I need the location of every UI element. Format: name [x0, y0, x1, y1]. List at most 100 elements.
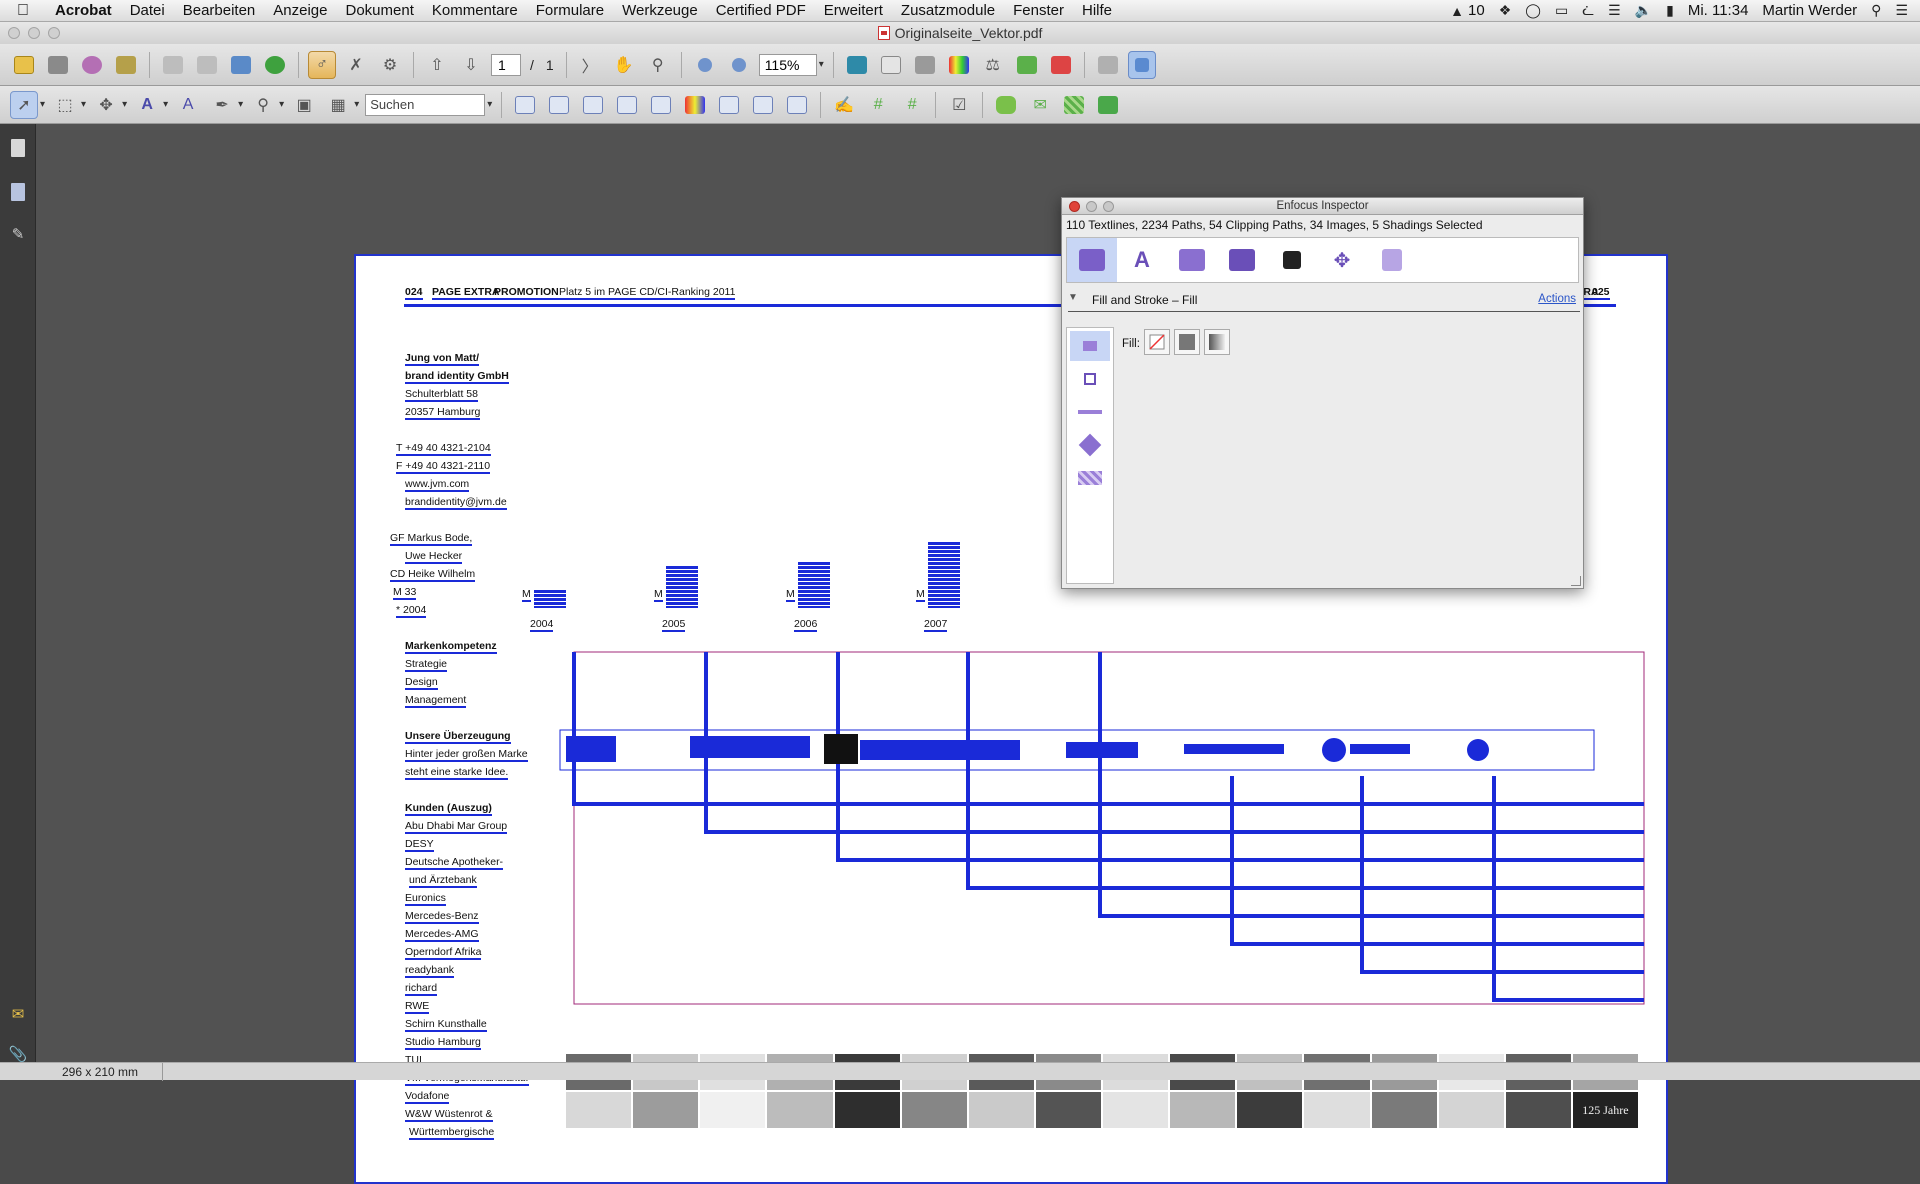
zoom-in-icon[interactable] [725, 51, 753, 79]
checklist-icon[interactable]: ☑ [945, 91, 973, 119]
zoom-dropdown-icon[interactable]: ▾ [819, 59, 824, 70]
wifi-icon[interactable]: ☰ [1608, 2, 1621, 19]
close-window-button[interactable] [8, 27, 20, 39]
grid-hash-icon[interactable]: # [864, 91, 892, 119]
adobe-notification-icon[interactable]: ▲ [1450, 3, 1464, 19]
menu-werkzeuge[interactable]: Werkzeuge [613, 2, 707, 19]
marquee-dropdown-icon[interactable]: ▾ [81, 99, 86, 110]
camera-icon[interactable] [749, 91, 777, 119]
no-fill-swatch[interactable] [1144, 329, 1170, 355]
resize-handle[interactable] [1571, 576, 1581, 586]
next-page-icon[interactable]: ⇩ [457, 51, 485, 79]
menu-bearbeiten[interactable]: Bearbeiten [174, 2, 265, 19]
tab-text-icon[interactable]: A [1117, 238, 1167, 282]
signatures-panel-icon[interactable]: ✎ [9, 224, 27, 244]
crop-icon[interactable]: ▣ [290, 91, 318, 119]
preflight-person-icon[interactable]: ♂ [308, 50, 336, 79]
grid-hash-alt-icon[interactable]: # [898, 91, 926, 119]
pattern-icon[interactable] [1060, 91, 1088, 119]
tab-monitor-icon[interactable] [1217, 238, 1267, 282]
layers-icon[interactable] [1094, 91, 1122, 119]
tab-image-icon[interactable] [1167, 238, 1217, 282]
select-arrow-icon[interactable]: ➚ [10, 90, 38, 119]
menu-certified-pdf[interactable]: Certified PDF [707, 2, 815, 19]
comment-icon[interactable] [992, 91, 1020, 119]
warning-icon[interactable] [783, 91, 811, 119]
shape-tool-icon[interactable]: ✒ [208, 91, 236, 119]
separations-icon[interactable] [911, 51, 939, 79]
select-dropdown-icon[interactable]: ▾ [40, 99, 45, 110]
pages-icon[interactable] [843, 51, 871, 79]
inspector-zoom-button[interactable] [1103, 201, 1114, 212]
tab-grid-icon[interactable] [1267, 238, 1317, 282]
inspector-titlebar[interactable]: Enfocus Inspector [1062, 198, 1583, 215]
menu-kommentare[interactable]: Kommentare [423, 2, 527, 19]
filter-icon[interactable] [647, 91, 675, 119]
frame-icon[interactable]: ▦ [324, 91, 352, 119]
dropbox-icon[interactable]: ❖ [1499, 2, 1512, 19]
text-dropdown-icon[interactable]: ▾ [163, 99, 168, 110]
search-input[interactable]: Suchen [365, 93, 486, 116]
pin-icon[interactable]: ⚲ [249, 91, 277, 119]
bookmarks-panel-icon[interactable] [9, 182, 27, 202]
color-output-icon[interactable] [945, 51, 973, 79]
menu-hilfe[interactable]: Hilfe [1073, 2, 1121, 19]
globe-icon[interactable] [261, 51, 289, 79]
text-edit-icon[interactable]: A [174, 91, 202, 119]
menu-formulare[interactable]: Formulare [527, 2, 613, 19]
section-collapse-icon[interactable]: ▼ [1068, 292, 1078, 303]
check-icon[interactable] [545, 91, 573, 119]
color-grid-icon[interactable] [681, 91, 709, 119]
menu-datei[interactable]: Datei [121, 2, 174, 19]
shape-dropdown-icon[interactable]: ▾ [238, 99, 243, 110]
pin-dropdown-icon[interactable]: ▾ [279, 99, 284, 110]
move-icon[interactable]: ✥ [92, 91, 120, 119]
email-icon[interactable] [78, 51, 106, 79]
open-folder-icon[interactable] [10, 51, 38, 79]
inspector-minimize-button[interactable] [1086, 201, 1097, 212]
menu-app[interactable]: Acrobat [46, 2, 121, 19]
menu-dokument[interactable]: Dokument [337, 2, 423, 19]
tab-position-icon[interactable]: ✥ [1317, 238, 1367, 282]
hand-tool-icon[interactable]: ✋ [610, 51, 638, 79]
user-name[interactable]: Martin Werder [1762, 2, 1857, 19]
layout-icon[interactable] [1094, 51, 1122, 79]
badge-icon[interactable] [579, 91, 607, 119]
battery-icon[interactable]: ▮ [1666, 2, 1674, 19]
display-icon[interactable]: ▭ [1555, 2, 1568, 19]
spotlight-icon[interactable]: ⚲ [1871, 2, 1881, 19]
disk-alt-icon[interactable] [193, 51, 221, 79]
menu-fenster[interactable]: Fenster [1004, 2, 1073, 19]
envelope-icon[interactable]: ✉ [1026, 91, 1054, 119]
actions-menu-link[interactable]: Actions [1538, 293, 1576, 305]
solid-fill-swatch[interactable] [1174, 329, 1200, 355]
transparency-button[interactable] [1070, 463, 1110, 493]
attachments-panel-icon[interactable]: 📎 [9, 1044, 28, 1064]
monitor-icon[interactable] [227, 51, 255, 79]
fullscreen-icon[interactable] [1127, 50, 1156, 79]
text-tool-icon[interactable]: A [133, 91, 161, 119]
page-box-icon[interactable] [877, 51, 905, 79]
page-tool-icon[interactable]: ✍ [830, 91, 858, 119]
inspector-panel[interactable]: Enfocus Inspector 110 Textlines, 2234 Pa… [1061, 197, 1584, 589]
tab-fill-stroke-icon[interactable] [1067, 238, 1117, 282]
comments-panel-icon[interactable]: ✉ [9, 1004, 27, 1024]
tab-document-icon[interactable] [1367, 238, 1417, 282]
frame-dropdown-icon[interactable]: ▾ [354, 99, 359, 110]
pages-panel-icon[interactable] [9, 138, 27, 158]
zoom-window-button[interactable] [48, 27, 60, 39]
print-icon[interactable] [44, 51, 72, 79]
document-viewport[interactable]: 024 PAGE EXTRA PROMOTION Platz 5 im PAGE… [36, 124, 1920, 1184]
zoom-out-icon[interactable] [691, 51, 719, 79]
export-icon[interactable] [1013, 51, 1041, 79]
clock[interactable]: Mi. 11:34 [1688, 2, 1749, 19]
stroke-mode-button[interactable] [1070, 364, 1110, 394]
save-icon[interactable] [112, 51, 140, 79]
line-style-button[interactable] [1070, 397, 1110, 427]
disk-icon[interactable] [159, 51, 187, 79]
page-number-input[interactable]: 1 [491, 53, 521, 76]
marquee-icon[interactable]: ⬚ [51, 91, 79, 119]
menu-erweitert[interactable]: Erweitert [815, 2, 892, 19]
select-text-icon[interactable]: 〉 [576, 51, 604, 79]
tools-icon[interactable]: ⚙ [376, 51, 404, 79]
